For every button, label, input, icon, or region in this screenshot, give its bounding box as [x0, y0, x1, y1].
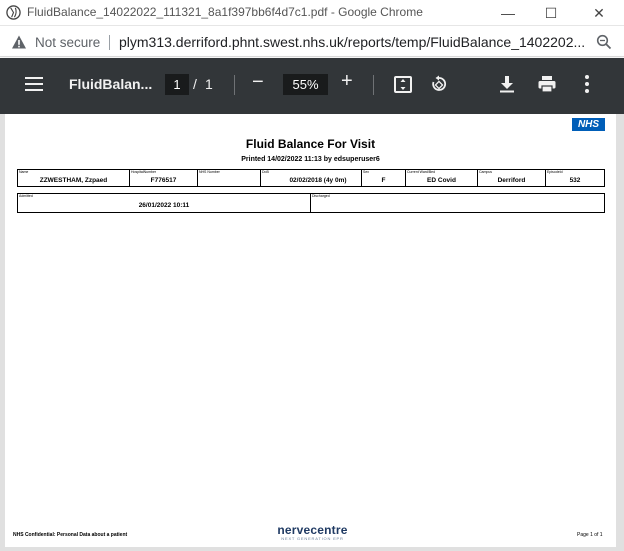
field-name: Name ZZWESTHAM, Zzpaed [18, 170, 130, 186]
field-value: 532 [569, 177, 581, 184]
zoom-in-button[interactable]: + [341, 70, 353, 93]
toolbar-divider [373, 75, 374, 95]
page-separator: / [193, 76, 197, 92]
pdf-viewer: NHS Fluid Balance For Visit Printed 14/0… [0, 114, 624, 551]
field-value: 26/01/2022 10:11 [138, 202, 190, 209]
address-bar: Not secure plym313.derriford.phnt.swest.… [0, 27, 624, 57]
hamburger-menu-icon[interactable] [25, 77, 43, 91]
field-value: Derriford [497, 177, 526, 184]
field-label: Sex [363, 170, 370, 174]
toolbar-divider [234, 75, 235, 95]
download-icon[interactable] [499, 75, 515, 93]
admission-table: Admitted 26/01/2022 10:11 Discharged [17, 193, 605, 213]
field-label: Current Ward/Bed [407, 170, 436, 174]
field-label: Campus [479, 170, 493, 174]
fit-to-page-icon[interactable] [394, 76, 412, 93]
field-admitted: Admitted 26/01/2022 10:11 [18, 194, 311, 212]
confidential-notice: NHS Confidential: Personal Data about a … [13, 532, 128, 538]
field-label: DoB [262, 170, 269, 174]
rotate-icon[interactable] [430, 75, 448, 93]
field-label: Name [19, 170, 29, 174]
field-label: Admitted [19, 194, 33, 198]
address-divider [109, 35, 110, 50]
printed-by-line: Printed 14/02/2022 11:13 by edsuperuser6 [241, 156, 380, 163]
field-nhs-number: NHS Number [198, 170, 261, 186]
field-value: ED Covid [427, 177, 456, 184]
field-label: EpisodeId [547, 170, 563, 174]
chrome-globe-icon [6, 5, 21, 20]
print-icon[interactable] [538, 75, 556, 93]
brand-tagline: NEXT GENERATION EPR [281, 536, 344, 541]
field-hospital-number: HospitalNumber F776517 [130, 170, 198, 186]
field-episode-id: EpisodeId 532 [546, 170, 604, 186]
zoom-out-button[interactable]: − [252, 71, 264, 94]
page-total: 1 [205, 76, 213, 92]
field-label: NHS Number [199, 170, 220, 174]
pdf-toolbar: FluidBalan... 1 / 1 − 55% + [0, 58, 624, 114]
field-value: F776517 [150, 177, 177, 184]
warning-icon[interactable] [11, 34, 27, 50]
url-field[interactable]: plym313.derriford.phnt.swest.nhs.uk/repo… [119, 34, 589, 50]
minimize-button[interactable]: — [498, 4, 518, 22]
security-status[interactable]: Not secure [35, 35, 100, 50]
field-ward-bed: Current Ward/Bed ED Covid [406, 170, 478, 186]
window-title: FluidBalance_14022022_111321_8a1f397bb6f… [27, 5, 423, 19]
field-value: 02/02/2018 (4y 0m) [289, 177, 347, 184]
page-indicator: Page 1 of 1 [577, 532, 603, 538]
field-discharged: Discharged [311, 194, 604, 212]
zoom-level-input[interactable]: 55% [283, 74, 328, 95]
more-options-icon[interactable] [585, 75, 589, 93]
field-label: Discharged [312, 194, 330, 198]
field-label: HospitalNumber [131, 170, 157, 174]
field-dob: DoB 02/02/2018 (4y 0m) [261, 170, 362, 186]
field-value: F [381, 177, 386, 184]
page-number-input[interactable]: 1 [165, 74, 189, 95]
close-button[interactable]: ✕ [589, 4, 609, 22]
nervecentre-logo: nervecentre NEXT GENERATION EPR [270, 524, 355, 542]
zoom-magnifier-icon[interactable] [596, 34, 612, 50]
report-title: Fluid Balance For Visit [245, 137, 376, 151]
field-sex: Sex F [362, 170, 406, 186]
pdf-document-title: FluidBalan... [69, 76, 153, 92]
field-campus: Campus Derriford [478, 170, 546, 186]
brand-name: nervecentre [277, 523, 348, 537]
field-value: ZZWESTHAM, Zzpaed [39, 177, 108, 184]
window-title-bar: FluidBalance_14022022_111321_8a1f397bb6f… [0, 0, 624, 26]
pdf-page: NHS Fluid Balance For Visit Printed 14/0… [5, 114, 616, 547]
patient-info-table: Name ZZWESTHAM, Zzpaed HospitalNumber F7… [17, 169, 605, 187]
maximize-button[interactable]: ☐ [541, 4, 561, 22]
nhs-logo: NHS [572, 118, 605, 131]
